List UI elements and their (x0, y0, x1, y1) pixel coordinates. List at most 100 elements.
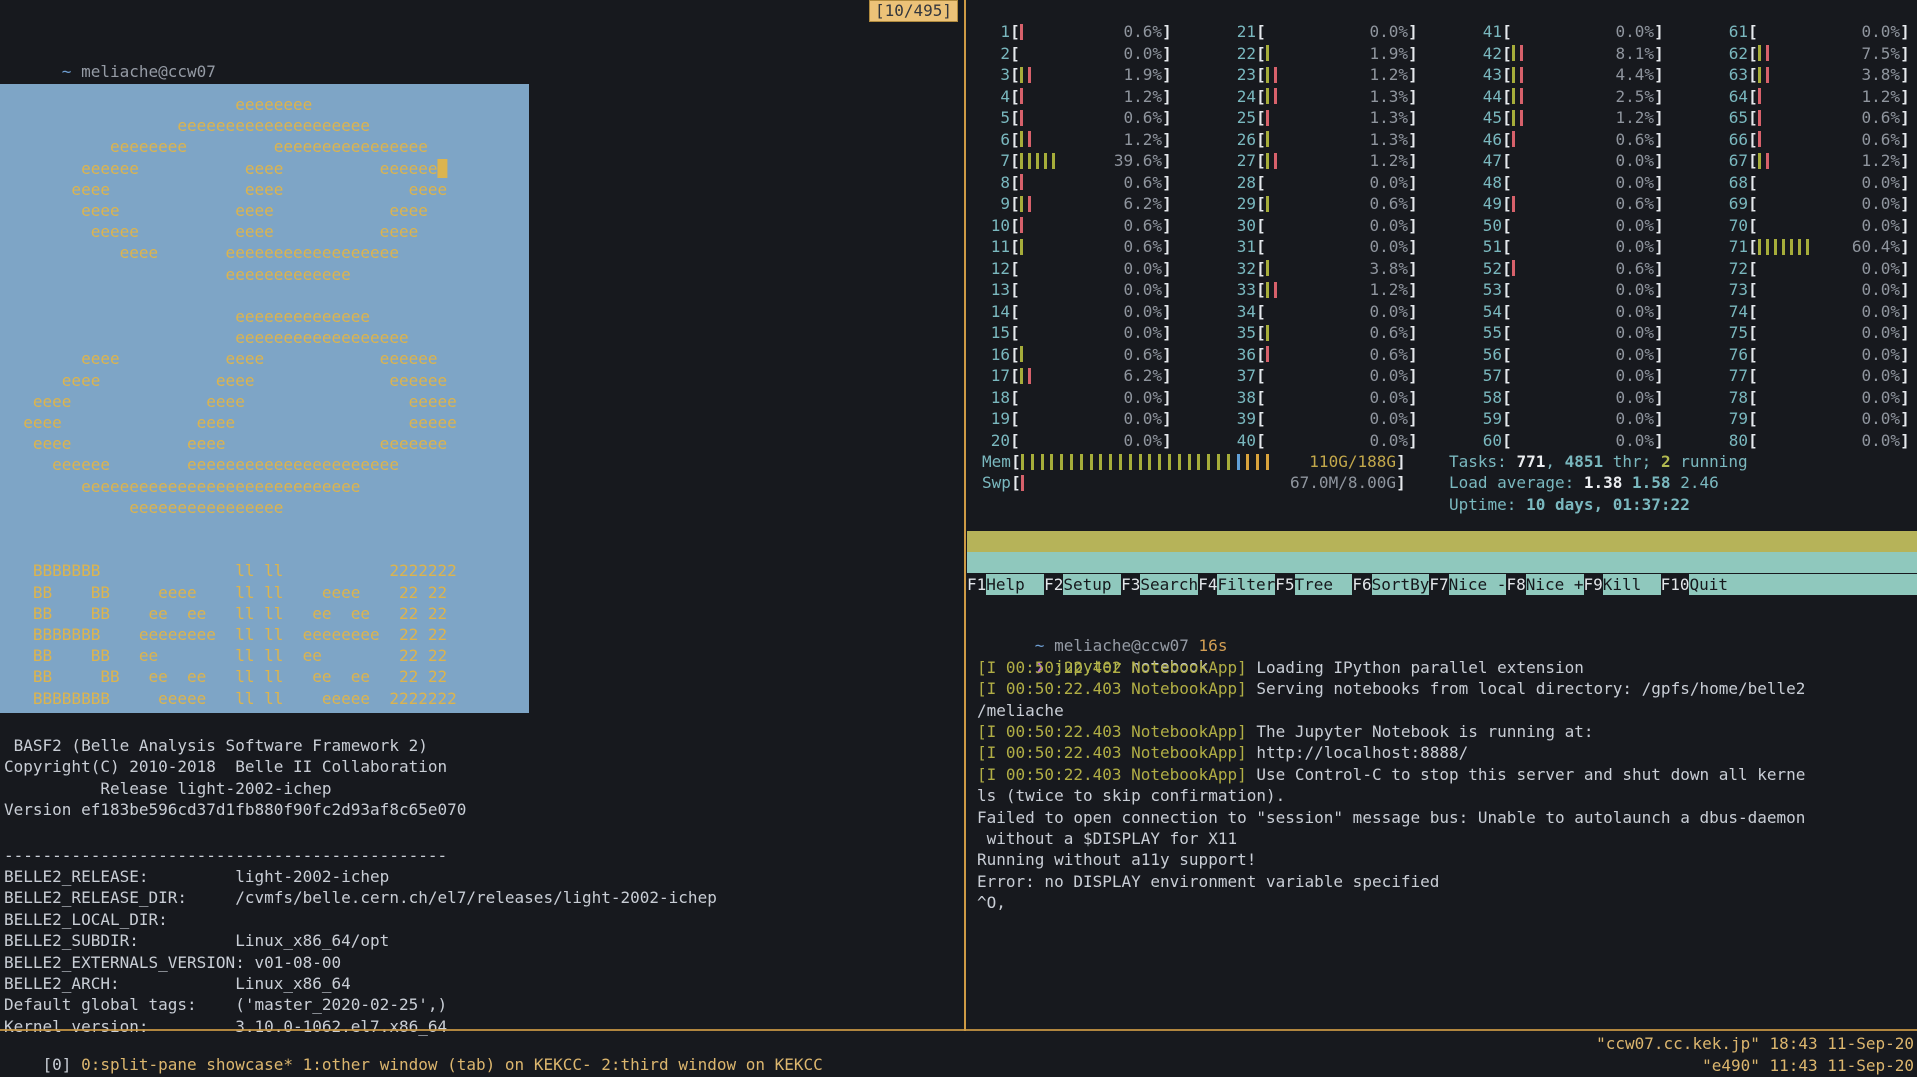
memory-meter-bars (1021, 453, 1309, 471)
cpu-meter-72: 72[0.0%] (1720, 258, 1910, 279)
jupyter-terminal-pane[interactable]: ~meliache@ccw0716s ❯jupyternotebook [I 0… (967, 600, 1917, 1030)
cpu-meter-42: 42[8.1%] (1474, 43, 1664, 64)
log-message: Loading IPython parallel extension (1247, 658, 1584, 677)
fkey-f2-setup[interactable]: F2Setup (1044, 574, 1121, 595)
basf2-info-text: BASF2 (Belle Analysis Software Framework… (4, 735, 466, 821)
cpu-meter-17: 17[6.2%] (982, 365, 1172, 386)
cpu-meter-32: 32[3.8%] (1228, 258, 1418, 279)
cpu-meter-15: 15[0.0%] (982, 322, 1172, 343)
uptime: Uptime: 10 days, 01:37:22 (1449, 494, 1690, 515)
cpu-meter-63: 63[3.8%] (1720, 64, 1910, 85)
swap-meter: Swp[67.0M/8.00G] (982, 472, 1406, 493)
bracket-close: ] (1396, 472, 1406, 493)
log-prefix: [I 00:50:22.403 NotebookApp] (977, 679, 1247, 698)
log-message: Use Control-C to stop this server and sh… (1247, 765, 1806, 784)
cpu-meter-12: 12[0.0%] (982, 258, 1172, 279)
cpu-meter-35: 35[0.6%] (1228, 322, 1418, 343)
cpu-meter-77: 77[0.0%] (1720, 365, 1910, 386)
jupyter-log-line: [I 00:50:22.403 NotebookApp] The Jupyter… (977, 721, 1594, 742)
cpu-meter-14: 14[0.0%] (982, 301, 1172, 322)
cpu-meter-46: 46[0.6%] (1474, 129, 1664, 150)
tasks-summary: Tasks: 771, 4851 thr; 2 running (1449, 451, 1748, 472)
cpu-meter-50: 50[0.0%] (1474, 215, 1664, 236)
memory-meter-label: Mem (982, 451, 1011, 472)
cpu-meter-69: 69[0.0%] (1720, 193, 1910, 214)
basf2-logo-box: eeeeeeee eeeeeeeeeeeeeeeeeeee eeeeeeee e… (0, 84, 529, 713)
cpu-meter-23: 23[1.2%] (1228, 64, 1418, 85)
cpu-meter-30: 30[0.0%] (1228, 215, 1418, 236)
cpu-meter-1: 1[0.6%] (982, 21, 1172, 42)
pane-divider-vertical[interactable] (964, 0, 966, 1031)
fkey-f9-kill[interactable]: F9Kill (1584, 574, 1661, 595)
cpu-meter-29: 29[0.6%] (1228, 193, 1418, 214)
cpu-meter-66: 66[0.6%] (1720, 129, 1910, 150)
bracket-open: [ (1011, 451, 1021, 472)
cpu-meter-10: 10[0.6%] (982, 215, 1172, 236)
cpu-meter-43: 43[4.4%] (1474, 64, 1664, 85)
log-message: Failed to open connection to "session" m… (977, 808, 1805, 827)
jupyter-log-line: [I 00:50:22.403 NotebookApp] Serving not… (977, 678, 1805, 699)
cpu-meter-59: 59[0.0%] (1474, 408, 1664, 429)
cpu-meter-38: 38[0.0%] (1228, 387, 1418, 408)
belle2-ascii-logo: eeeeeeee eeeeeeeeeeeeeeeeeeee eeeeeeee e… (4, 94, 457, 709)
cpu-meter-79: 79[0.0%] (1720, 408, 1910, 429)
cpu-meter-41: 41[0.0%] (1474, 21, 1664, 42)
process-table-header[interactable]: PID USER PRI NI VIRT RES SHR S CPU% MEM%… (967, 531, 1917, 552)
jupyter-log-line: ^O, (977, 892, 1006, 913)
cpu-meter-48: 48[0.0%] (1474, 172, 1664, 193)
cpu-meter-71: 71[60.4%] (1720, 236, 1910, 257)
log-message: ^O, (977, 893, 1006, 912)
memory-meter: Mem[110G/188G] (982, 451, 1406, 472)
cpu-meter-22: 22[1.9%] (1228, 43, 1418, 64)
left-terminal-pane[interactable]: ~meliache@ccw07 ❯basf2--info eeeeeeee ee… (0, 0, 964, 1030)
fkey-f6-sortby[interactable]: F6SortBy (1352, 574, 1429, 595)
cpu-meter-58: 58[0.0%] (1474, 387, 1664, 408)
cpu-meter-7: 7[39.6%] (982, 150, 1172, 171)
cpu-meter-25: 25[1.3%] (1228, 107, 1418, 128)
cpu-meter-9: 9[6.2%] (982, 193, 1172, 214)
jupyter-log-line: [I 00:50:22.402 NotebookApp] Loading IPy… (977, 657, 1584, 678)
cpu-meter-80: 80[0.0%] (1720, 430, 1910, 451)
cpu-meter-31: 31[0.0%] (1228, 236, 1418, 257)
log-prefix: [I 00:50:22.403 NotebookApp] (977, 765, 1247, 784)
fkey-f10-quit[interactable]: F10Quit (1661, 574, 1748, 595)
cpu-meter-74: 74[0.0%] (1720, 301, 1910, 322)
fkey-f7-nice--[interactable]: F7Nice - (1429, 574, 1506, 595)
fkey-f1-help[interactable]: F1Help (967, 574, 1044, 595)
log-prefix: [I 00:50:22.403 NotebookApp] (977, 722, 1247, 741)
jupyter-log-line: ls (twice to skip confirmation). (977, 785, 1285, 806)
function-key-bar: F1Help F2Setup F3SearchF4FilterF5Tree F6… (967, 574, 1917, 595)
fkey-f8-nice-+[interactable]: F8Nice + (1506, 574, 1583, 595)
cpu-meter-54: 54[0.0%] (1474, 301, 1664, 322)
cpu-meter-2: 2[0.0%] (982, 43, 1172, 64)
cpu-meter-36: 36[0.6%] (1228, 344, 1418, 365)
cpu-meter-13: 13[0.0%] (982, 279, 1172, 300)
cpu-meter-61: 61[0.0%] (1720, 21, 1910, 42)
fkey-f3-search[interactable]: F3Search (1121, 574, 1198, 595)
cpu-meter-40: 40[0.0%] (1228, 430, 1418, 451)
jupyter-log-line: [I 00:50:22.403 NotebookApp] http://loca… (977, 742, 1468, 763)
cpu-meter-33: 33[1.2%] (1228, 279, 1418, 300)
cpu-meter-4: 4[1.2%] (982, 86, 1172, 107)
cpu-meter-47: 47[0.0%] (1474, 150, 1664, 171)
separator-line: ----------------------------------------… (4, 845, 447, 866)
cpu-meter-16: 16[0.6%] (982, 344, 1172, 365)
cpu-meter-27: 27[1.2%] (1228, 150, 1418, 171)
status-host-clock: "ccw07.cc.kek.jp" 18:43 11-Sep-20 (1596, 1033, 1914, 1054)
fkey-f4-filter[interactable]: F4Filter (1198, 574, 1275, 595)
cpu-meter-37: 37[0.0%] (1228, 365, 1418, 386)
swap-meter-value: 67.0M/8.00G (1290, 472, 1396, 493)
bracket-open: [ (1011, 472, 1021, 493)
log-prefix: [I 00:50:22.402 NotebookApp] (977, 658, 1247, 677)
jupyter-log-line: Error: no DISPLAY environment variable s… (977, 871, 1439, 892)
status-host-clock: "e490" 11:43 11-Sep-20 (1702, 1055, 1914, 1076)
fkey-f5-tree[interactable]: F5Tree (1275, 574, 1352, 595)
cpu-meter-62: 62[7.5%] (1720, 43, 1910, 64)
htop-pane[interactable]: 1[0.6%]2[0.0%]3[1.9%]4[1.2%]5[0.6%]6[1.2… (967, 0, 1917, 600)
cpu-meter-51: 51[0.0%] (1474, 236, 1664, 257)
cpu-meter-76: 76[0.0%] (1720, 344, 1910, 365)
process-row[interactable]: 62813 root 0 -20 45.1G 5219M 2422M S 1.3… (967, 552, 1917, 573)
cpu-meter-3: 3[1.9%] (982, 64, 1172, 85)
cpu-meter-18: 18[0.0%] (982, 387, 1172, 408)
tmux-screen: ~meliache@ccw07 ❯basf2--info eeeeeeee ee… (0, 0, 1917, 1077)
